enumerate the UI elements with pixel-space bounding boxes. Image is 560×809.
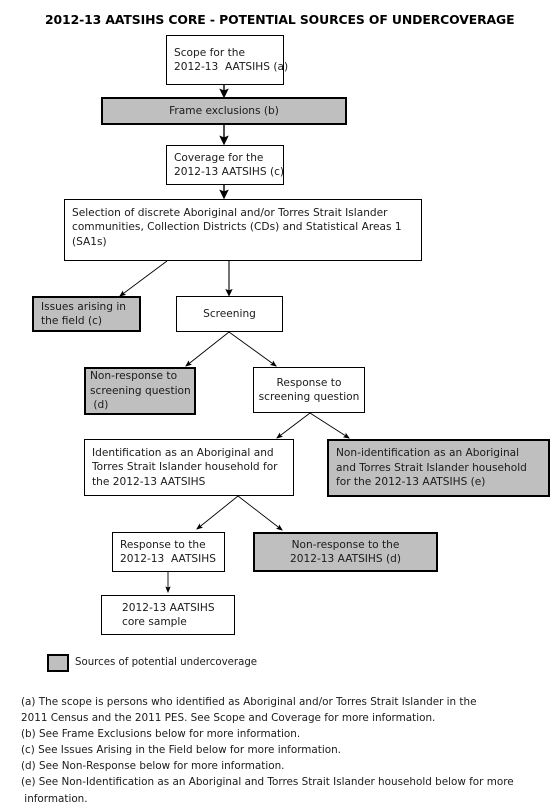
page-title: 2012-13 AATSIHS CORE - POTENTIAL SOURCES… [45,12,515,27]
node-non-identification-line2: and Torres Strait Islander household [336,461,527,474]
node-coverage[interactable]: Coverage for the 2012-13 AATSIHS (c) [166,145,284,185]
node-nonresponse-screening-line1: Non-response to [90,370,178,383]
node-nonresponse-aatsihs-line2: 2012-13 AATSIHS (d) [290,553,401,565]
node-scope-line2: 2012-13 AATSIHS (a) [174,61,289,73]
node-core-sample-line2: core sample [122,616,187,628]
footnote-d: (d) See Non-Response below for more info… [21,760,285,773]
footnote-a-line2: 2011 Census and the 2011 PES. See Scope … [21,712,436,725]
node-coverage-line2: 2012-13 AATSIHS (c) [174,166,285,178]
node-scope-line1: Scope for the [174,46,245,59]
node-selection-line1: Selection of discrete Aboriginal and/or … [72,207,388,219]
node-non-identification-line3: for the 2012-13 AATSIHS (e) [336,476,486,489]
node-coverage-line1: Coverage for the [174,151,264,164]
footnote-e-line2: information. [21,792,88,805]
node-response-screening-line2: screening question [258,391,360,403]
node-core-sample[interactable]: 2012-13 AATSIHS core sample [101,595,235,635]
node-selection-line2: communities, Collection Districts (CDs) … [72,221,402,234]
node-response-aatsihs[interactable]: Response to the 2012-13 AATSIHS [112,532,225,572]
footnote-a-line1: (a) The scope is persons who identified … [21,696,477,708]
node-nonresponse-screening-line3: (d) [90,399,109,412]
node-response-aatsihs-line2: 2012-13 AATSIHS [120,553,216,565]
node-issues-arising-field[interactable]: Issues arising in the field (c) [32,296,141,332]
footnotes: (a) The scope is persons who identified … [21,694,541,807]
node-core-sample-line1: 2012-13 AATSIHS [122,601,215,614]
node-screening-line1: Screening [203,307,256,320]
node-frame-exclusions[interactable]: Frame exclusions (b) [101,97,347,125]
legend-label: Sources of potential undercoverage [75,657,258,668]
footnote-e-line1: (e) See Non-Identification as an Aborigi… [21,776,514,789]
footnote-b: (b) See Frame Exclusions below for more … [21,728,301,741]
node-selection[interactable]: Selection of discrete Aboriginal and/or … [64,199,422,261]
footnote-c: (c) See Issues Arising in the Field belo… [21,744,341,757]
node-nonresponse-aatsihs-line1: Non-response to the [291,538,400,551]
node-response-aatsihs-line1: Response to the [120,538,206,551]
node-issues-arising-field-line2: the field (c) [41,315,103,327]
node-nonresponse-screening-line2: screening question [90,384,191,397]
node-identification-line1: Identification as an Aboriginal and [92,446,274,459]
flowchart-canvas: 2012-13 AATSIHS CORE - POTENTIAL SOURCES… [0,0,560,809]
node-non-identification[interactable]: Non-identification as an Aboriginal and … [327,439,550,497]
node-nonresponse-aatsihs[interactable]: Non-response to the 2012-13 AATSIHS (d) [253,532,438,572]
node-selection-line3: (SA1s) [72,235,107,248]
node-identification-line3: the 2012-13 AATSIHS [92,475,206,488]
legend-swatch [47,654,69,672]
node-non-identification-line1: Non-identification as an Aboriginal [336,447,520,460]
node-identification[interactable]: Identification as an Aboriginal and Torr… [84,439,294,496]
node-nonresponse-screening[interactable]: Non-response to screening question (d) [84,367,196,415]
node-response-screening[interactable]: Response to screening question [253,367,365,413]
node-scope[interactable]: Scope for the 2012-13 AATSIHS (a) [166,35,289,85]
node-identification-line2: Torres Strait Islander household for [92,461,278,474]
node-issues-arising-field-line1: Issues arising in [41,300,126,313]
node-frame-exclusions-line1: Frame exclusions (b) [169,104,279,117]
node-screening[interactable]: Screening [176,296,283,332]
node-response-screening-line1: Response to [276,376,342,389]
